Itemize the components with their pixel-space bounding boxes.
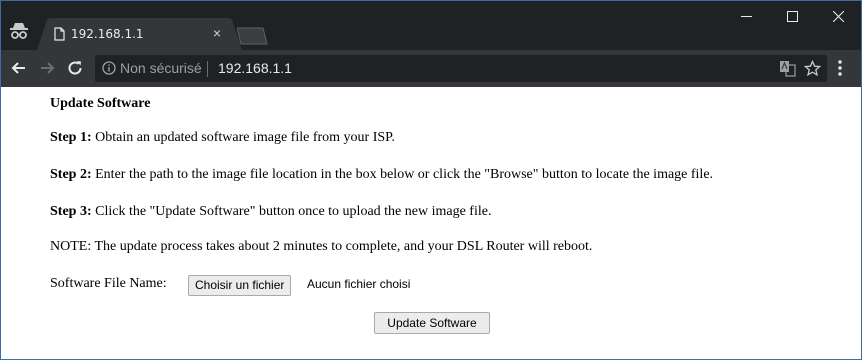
file-name-label: Software File Name: — [50, 276, 167, 291]
step-2-text: Enter the path to the image file locatio… — [91, 167, 714, 182]
url-text[interactable]: 192.168.1.1 — [218, 60, 292, 76]
back-arrow-icon[interactable] — [9, 58, 29, 78]
step-1-label: Step 1: — [50, 130, 92, 145]
star-icon[interactable] — [804, 60, 821, 77]
new-tab-button[interactable] — [237, 27, 271, 45]
step-2: Step 2: Enter the path to the image file… — [50, 167, 713, 183]
tab-strip: 192.168.1.1 × — [1, 1, 861, 50]
choose-file-button[interactable]: Choisir un fichier — [188, 275, 292, 296]
update-software-button[interactable]: Update Software — [374, 312, 490, 334]
menu-icon[interactable] — [837, 59, 843, 77]
browser-window: 192.168.1.1 × Non sécurisé 192.168.1.1 U… — [0, 0, 862, 360]
step-2-label: Step 2: — [50, 167, 92, 182]
security-label: Non sécurisé — [120, 60, 202, 76]
omnibox-separator — [207, 61, 208, 77]
close-window-button[interactable] — [815, 1, 861, 31]
reload-icon[interactable] — [65, 58, 85, 78]
page-icon — [54, 27, 65, 46]
incognito-icon — [8, 19, 30, 41]
file-status-text: Aucun fichier choisi — [307, 277, 411, 291]
step-3-label: Step 3: — [50, 204, 92, 219]
step-1: Step 1: Obtain an updated software image… — [50, 130, 395, 146]
minimize-button[interactable] — [723, 1, 769, 31]
page-content: Update Software Step 1: Obtain an update… — [1, 87, 861, 359]
info-icon[interactable] — [102, 61, 116, 75]
maximize-button[interactable] — [769, 1, 815, 31]
tab-close-icon[interactable]: × — [209, 25, 225, 41]
address-bar[interactable]: Non sécurisé 192.168.1.1 — [95, 55, 827, 82]
step-1-text: Obtain an updated software image file fr… — [91, 130, 395, 145]
tab-title: 192.168.1.1 — [71, 27, 144, 41]
note-text: NOTE: The update process takes about 2 m… — [50, 239, 593, 254]
browser-toolbar: Non sécurisé 192.168.1.1 — [1, 50, 861, 87]
step-3: Step 3: Click the "Update Software" butt… — [50, 204, 491, 220]
forward-arrow-icon[interactable] — [37, 58, 57, 78]
tab-active[interactable]: 192.168.1.1 × — [37, 18, 242, 50]
step-3-text: Click the "Update Software" button once … — [91, 204, 492, 219]
page-title: Update Software — [50, 96, 151, 111]
translate-icon[interactable] — [779, 60, 796, 77]
